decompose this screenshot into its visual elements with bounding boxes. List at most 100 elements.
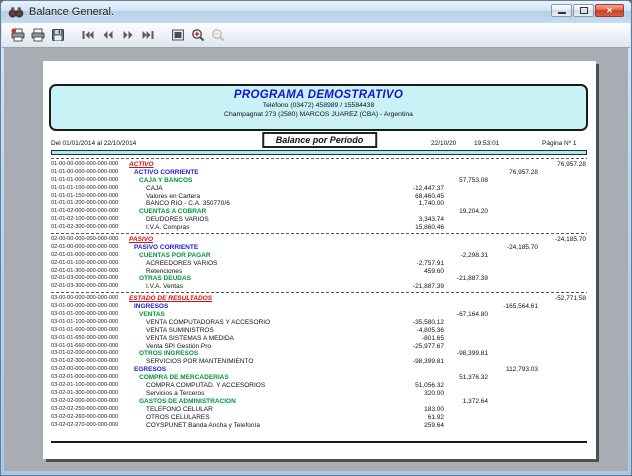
- table-row: 02-01-03-000-000-000-000OTRAS DEUDAS-21,…: [43, 275, 596, 283]
- print-setup-icon: [10, 27, 26, 43]
- table-row: 01-01-01-200-000-000-000BANCO RIO - C.A.…: [43, 200, 596, 208]
- window: Balance General. ✕: [0, 0, 632, 476]
- table-row: 01-01-00-000-000-000-000ACTIVO CORRIENTE…: [43, 169, 596, 177]
- minimize-icon: [558, 12, 566, 14]
- zoom-in-button[interactable]: [188, 25, 208, 45]
- print-button[interactable]: [28, 25, 48, 45]
- zoom-out-icon: [210, 27, 226, 43]
- table-row: 03-01-02-300-000-000-000SERVICIOS POR MA…: [43, 358, 596, 366]
- save-button[interactable]: [48, 25, 68, 45]
- last-page-icon: [140, 27, 156, 43]
- account-value: 76,957.28: [43, 161, 586, 169]
- print-setup-button[interactable]: [8, 25, 28, 45]
- account-value: -801.65: [43, 335, 444, 343]
- last-page-button[interactable]: [138, 25, 158, 45]
- report-time: 19:53:01: [474, 140, 499, 147]
- account-value: 68,460.45: [43, 193, 444, 201]
- report-date: 22/10/20: [431, 140, 456, 147]
- table-row: 03-02-02-270-000-000-000COYSPUNET Banda …: [43, 422, 596, 430]
- table-row: 02-01-01-100-000-000-000ACREEDORES VARIO…: [43, 260, 596, 268]
- account-value: -98,399.81: [43, 358, 444, 366]
- table-row: 03-02-02-250-000-000-000TELEFONO CELULAR…: [43, 406, 596, 414]
- report-bottom-line: [51, 441, 587, 443]
- account-value: 259.64: [43, 422, 444, 430]
- table-row: 03-02-01-100-000-000-000COMPRA COMPUTAD.…: [43, 382, 596, 390]
- account-value: -12,447.37: [43, 185, 444, 193]
- table-row: 01-01-01-000-000-000-000CAJA Y BANCOS57,…: [43, 177, 596, 185]
- table-row: 01-01-01-100-000-000-000CAJA-12,447.37: [43, 185, 596, 193]
- table-row: 03-01-01-100-000-000-000VENTA COMPUTADOR…: [43, 319, 596, 327]
- account-value: 3,343.74: [43, 216, 444, 224]
- table-row: 03-02-02-260-000-000-000OTROS CELULARES6…: [43, 414, 596, 422]
- table-row: 01-00-00-000-000-000-000ACTIVO76,957.28: [43, 161, 596, 169]
- table-row: 03-02-00-000-000-000-000EGRESOS112,793.0…: [43, 366, 596, 374]
- account-value: 1,740.00: [43, 200, 444, 208]
- account-value: -25,977.67: [43, 343, 444, 351]
- account-value: 19,204.20: [43, 208, 488, 216]
- binoculars-app-icon: [8, 4, 24, 20]
- table-row: 03-01-01-000-000-000-000VENTAS-67,164.80: [43, 311, 596, 319]
- account-value: 51,056.32: [43, 382, 444, 390]
- account-value: -98,399.81: [43, 350, 488, 358]
- page-view-icon: [170, 27, 186, 43]
- table-row: 03-02-01-000-000-000-000COMPRA DE MERCAD…: [43, 374, 596, 382]
- report-page: PROGRAMA DEMOSTRATIVO Teléfono (03472) 4…: [43, 61, 596, 459]
- page-view-button[interactable]: [168, 25, 188, 45]
- report-rows: 01-00-00-000-000-000-000ACTIVO76,957.280…: [43, 161, 596, 429]
- account-value: 1,372.64: [43, 398, 488, 406]
- dashed-divider: [51, 158, 587, 159]
- table-row: 03-02-02-000-000-000-000GASTOS DE ADMINI…: [43, 398, 596, 406]
- report-title: Balance por Período: [262, 132, 378, 148]
- company-name: PROGRAMA DEMOSTRATIVO: [51, 89, 586, 101]
- previous-page-icon: [100, 27, 116, 43]
- previous-page-button[interactable]: [98, 25, 118, 45]
- first-page-icon: [80, 27, 96, 43]
- company-address: Champagnat 273 (2580) MARCOS JUAREZ (CBA…: [51, 110, 586, 119]
- first-page-button[interactable]: [78, 25, 98, 45]
- account-value: -2,298.31: [43, 252, 488, 260]
- table-row: 03-01-01-660-000-000-000Venta SPI Gestió…: [43, 343, 596, 351]
- table-row: 02-01-01-000-000-000-000CUENTAS POR PAGA…: [43, 252, 596, 260]
- next-page-button[interactable]: [118, 25, 138, 45]
- account-value: -4,805.36: [43, 327, 444, 335]
- save-icon: [50, 27, 66, 43]
- account-value: -21,887.39: [43, 275, 488, 283]
- account-value: 76,957.28: [43, 169, 538, 177]
- zoom-in-icon: [190, 27, 206, 43]
- maximize-icon: [580, 7, 588, 14]
- account-value: 51,376.32: [43, 374, 488, 382]
- table-row: 03-01-01-600-000-000-000VENTA SUMINISTRO…: [43, 327, 596, 335]
- account-value: 57,753.08: [43, 177, 488, 185]
- maximize-button[interactable]: [573, 4, 594, 17]
- table-row: 03-01-01-650-000-000-000VENTA SISTEMAS A…: [43, 335, 596, 343]
- minimize-button[interactable]: [551, 4, 572, 17]
- table-row: 03-01-00-000-000-000-000INGRESOS-165,564…: [43, 303, 596, 311]
- zoom-out-button[interactable]: [208, 25, 228, 45]
- table-row: 02-01-00-000-000-000-000PASIVO CORRIENTE…: [43, 244, 596, 252]
- account-value: 15,860.46: [43, 224, 444, 232]
- account-value: -52,771.58: [43, 295, 586, 303]
- page-number: Página Nº 1: [542, 140, 577, 147]
- next-page-icon: [120, 27, 136, 43]
- table-row: 01-01-01-150-000-000-000Valores en Carte…: [43, 193, 596, 201]
- table-row: 01-01-02-300-000-000-000I.V.A. Compras15…: [43, 224, 596, 232]
- account-value: 320.00: [43, 390, 444, 398]
- company-header-box: PROGRAMA DEMOSTRATIVO Teléfono (03472) 4…: [49, 84, 588, 131]
- table-row: 03-01-02-000-000-000-000OTROS INGRESOS-9…: [43, 350, 596, 358]
- table-row: 02-01-03-300-000-000-000I.V.A. Ventas-21…: [43, 283, 596, 291]
- account-value: -67,164.80: [43, 311, 488, 319]
- table-row: 01-01-02-100-000-000-000DEUDORES VARIOS3…: [43, 216, 596, 224]
- table-row: 03-02-01-300-000-000-000Servicios a Terc…: [43, 390, 596, 398]
- account-value: -35,580.12: [43, 319, 444, 327]
- account-value: 61.92: [43, 414, 444, 422]
- close-button[interactable]: ✕: [595, 4, 624, 17]
- table-row: 02-00-00-000-000-000-000PASIVO-24,185.70: [43, 236, 596, 244]
- account-value: -165,564.61: [43, 303, 538, 311]
- account-value: -24,185.70: [43, 244, 538, 252]
- divider-bar: [51, 150, 587, 155]
- company-phone: Teléfono (03472) 458989 / 15584438: [51, 101, 586, 110]
- preview-area: PROGRAMA DEMOSTRATIVO Teléfono (03472) 4…: [4, 48, 628, 471]
- account-value: 183.00: [43, 406, 444, 414]
- account-value: -2,757.91: [43, 260, 444, 268]
- account-value: -24,185.70: [43, 236, 586, 244]
